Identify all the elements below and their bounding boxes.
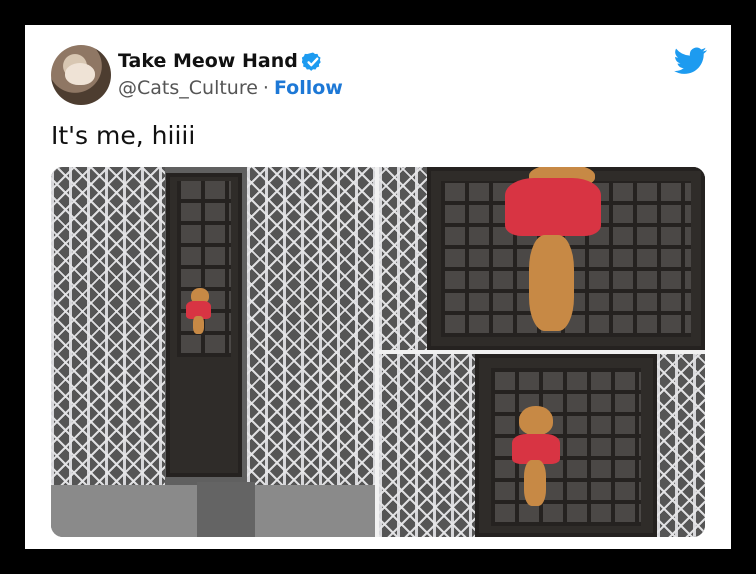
verified-badge-icon [302, 52, 321, 71]
door-step [197, 482, 255, 537]
handle-separator: · [262, 77, 269, 99]
follow-button[interactable]: Follow [274, 77, 343, 99]
avatar[interactable] [51, 45, 111, 105]
avatar-paw-image [65, 63, 95, 85]
photo-closeup-cat[interactable] [379, 167, 705, 350]
right-metal-gate [247, 167, 375, 485]
photo-storefront[interactable] [51, 167, 375, 537]
door-windows [177, 181, 231, 357]
closeup-cat-sweater [505, 178, 601, 236]
midshot-cat-head [519, 406, 553, 435]
media-grid[interactable] [51, 167, 705, 537]
gate-edge [379, 167, 427, 350]
handle-row: @Cats_Culture · Follow [118, 77, 343, 99]
twitter-bird-icon[interactable] [674, 47, 707, 75]
left-metal-gate [51, 167, 165, 485]
midshot-cat-body [524, 460, 546, 506]
handle[interactable]: @Cats_Culture [118, 77, 258, 99]
display-name[interactable]: Take Meow Hand [118, 50, 298, 72]
tweet-text: It's me, hiiii [51, 121, 196, 150]
midshot-left-gate [379, 354, 475, 537]
cat-body [193, 316, 204, 334]
tweet-card: Take Meow Hand @Cats_Culture · Follow It's… [25, 25, 731, 549]
photo-midshot-cat[interactable] [379, 354, 705, 537]
midshot-right-gate [657, 354, 705, 537]
closeup-cat-body [529, 235, 574, 331]
